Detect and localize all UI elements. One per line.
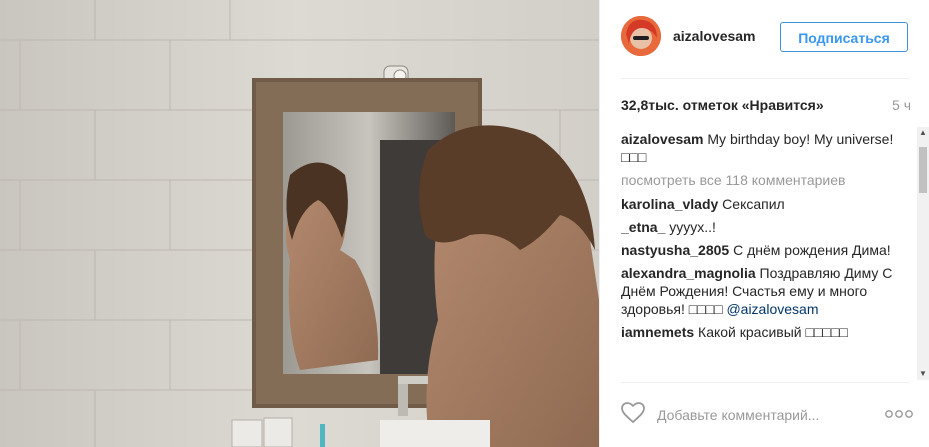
scroll-up-arrow[interactable]: ▲ <box>917 127 929 139</box>
post-photo <box>0 0 599 447</box>
comment-item: alexandra_magnolia Поздравляю Диму С Днё… <box>621 264 901 318</box>
header-divider <box>621 78 909 79</box>
comment-item: _etna_ ууууx..! <box>621 218 901 236</box>
avatar-image <box>621 16 661 56</box>
post-header: aizalovesam Подписаться <box>600 0 929 78</box>
photo-illustration <box>0 0 599 447</box>
comment-item: iamnemets Какой красивый □□□□□ <box>621 323 901 341</box>
heart-icon[interactable] <box>620 401 646 425</box>
comment-username[interactable]: nastyusha_2805 <box>621 242 729 258</box>
scrollbar-thumb[interactable] <box>919 147 927 193</box>
likes-count[interactable]: 32,8тыс. отметок «Нравится» <box>621 97 824 113</box>
comments-scrollbar[interactable]: ▲ ▼ <box>917 127 929 380</box>
post-time[interactable]: 5 ч <box>892 97 911 113</box>
comment-username[interactable]: iamnemets <box>621 324 694 340</box>
view-all-comments-link[interactable]: посмотреть все 118 комментариев <box>621 171 901 189</box>
scroll-down-arrow[interactable]: ▼ <box>917 368 929 380</box>
comment-username[interactable]: alexandra_magnolia <box>621 265 756 281</box>
comment-text: ууууx..! <box>669 219 716 235</box>
comments-divider <box>621 382 909 383</box>
comment-mention-link[interactable]: @aizalovesam <box>726 301 818 317</box>
caption: aizalovesam My birthday boy! My universe… <box>621 130 901 166</box>
avatar[interactable] <box>621 16 661 56</box>
comment-text: С днём рождения Дима! <box>733 242 891 258</box>
post-username[interactable]: aizalovesam <box>673 28 756 44</box>
comment-item: karolina_vlady Сексапил <box>621 195 901 213</box>
post-stats: 32,8тыс. отметок «Нравится» 5 ч <box>621 97 911 117</box>
post-sidebar: aizalovesam Подписаться 32,8тыс. отметок… <box>599 0 929 447</box>
comments-list: aizalovesam My birthday boy! My universe… <box>621 130 901 380</box>
add-comment-input[interactable] <box>655 403 879 427</box>
more-options-icon[interactable] <box>884 407 914 421</box>
caption-username[interactable]: aizalovesam <box>621 131 704 147</box>
add-comment-row <box>600 395 929 435</box>
comment-text: Какой красивый □□□□□ <box>698 324 848 340</box>
follow-button[interactable]: Подписаться <box>780 22 908 52</box>
comment-item: nastyusha_2805 С днём рождения Дима! <box>621 241 901 259</box>
comment-username[interactable]: _etna_ <box>621 219 665 235</box>
comment-text: Сексапил <box>722 196 785 212</box>
comment-username[interactable]: karolina_vlady <box>621 196 718 212</box>
